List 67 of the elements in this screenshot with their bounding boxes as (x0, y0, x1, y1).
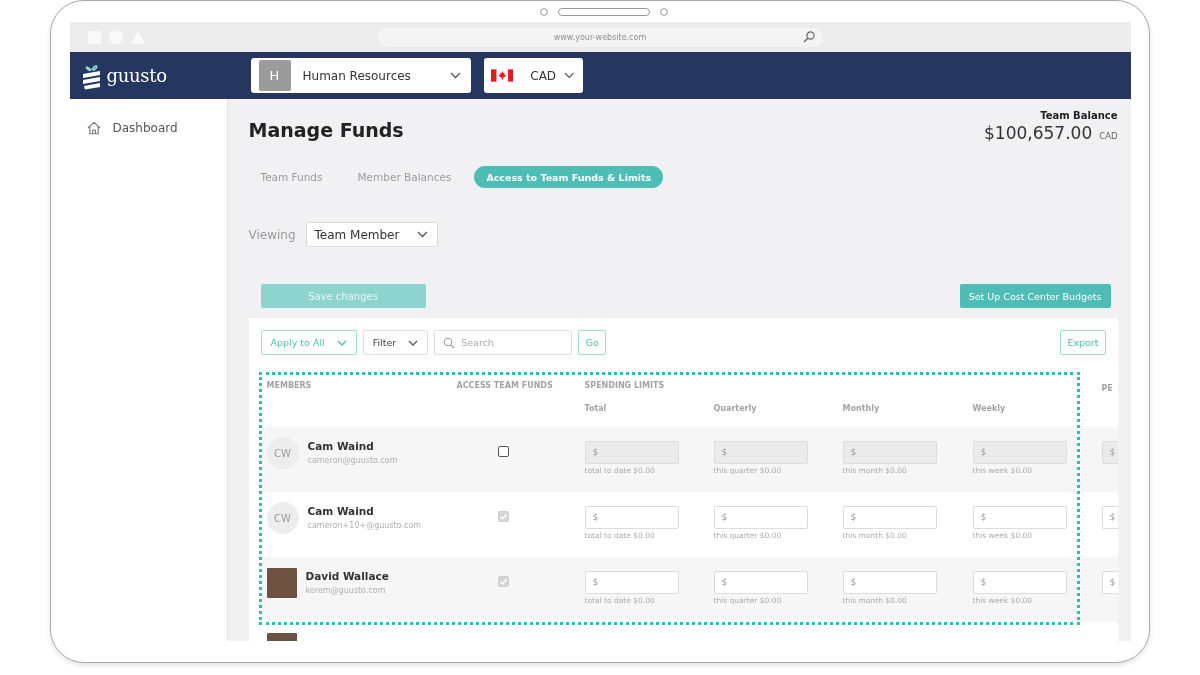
organization-selector[interactable]: H Human Resources (250, 58, 471, 93)
amount-field[interactable]: $ (713, 571, 808, 594)
filter-dropdown[interactable]: Filter (362, 330, 429, 355)
period-header: Quarterly (713, 404, 758, 414)
member-email: cameron@guusto.com (307, 455, 398, 466)
pill-icon (558, 7, 650, 16)
amount-field[interactable]: $ (1101, 571, 1118, 594)
viewing-label: Viewing (248, 227, 296, 242)
amount-field[interactable]: $ (842, 506, 937, 529)
go-button[interactable]: Go (578, 330, 607, 355)
column-header: ACCESS TEAM FUNDS (456, 380, 554, 391)
column-header: PE (1101, 384, 1113, 393)
export-button[interactable]: Export (1060, 330, 1106, 355)
amount-field[interactable]: $ (842, 571, 937, 594)
chevron-down-icon (336, 339, 347, 346)
column-header: MEMBERS (266, 380, 313, 391)
tab[interactable]: Team Funds (248, 166, 335, 188)
search-icon (443, 336, 456, 349)
amount-field[interactable]: $ (1101, 441, 1118, 464)
home-icon (86, 121, 101, 135)
member-name: Cam Waind (307, 505, 375, 518)
page-title: Manage Funds (248, 118, 404, 142)
chevron-down-icon (416, 231, 428, 238)
amount-field[interactable]: $ (713, 441, 808, 464)
chevron-down-icon (449, 72, 461, 79)
member-name: David Wallace (305, 570, 389, 583)
organization-avatar: H (258, 60, 291, 91)
currency-selector[interactable]: CAD (483, 58, 583, 93)
cost-center-budgets-button[interactable]: Set Up Cost Center Budgets (959, 284, 1111, 308)
member-name: Cam Waind (307, 440, 375, 453)
viewing-dropdown[interactable]: Team Member (305, 222, 438, 247)
sidebar-item[interactable]: Dashboard (86, 121, 178, 135)
member-email: cameron+10+@guusto.com (307, 520, 422, 531)
search-icon (802, 31, 815, 43)
period-header: Monthly (842, 404, 881, 414)
balance-amount: $100,657.00 (984, 122, 1093, 144)
amount-field[interactable]: $ (972, 571, 1067, 594)
amount-field[interactable]: $ (713, 506, 808, 529)
photo-placeholder (266, 568, 297, 598)
chevron-down-icon (564, 72, 575, 79)
checkbox[interactable] (497, 446, 509, 457)
member-email: kerem@guusto.com (305, 585, 387, 596)
column-header: SPENDING LIMITS (584, 380, 666, 391)
ring-icon (540, 7, 548, 16)
amount-field[interactable]: $ (1101, 506, 1118, 529)
search-field[interactable]: Search (434, 330, 573, 355)
flag-icon (490, 69, 514, 82)
amount-field[interactable]: $ (584, 441, 679, 464)
amount-field[interactable]: $ (972, 441, 1067, 464)
amount-field[interactable]: $ (584, 571, 679, 594)
balance-label: Team Balance (1039, 110, 1118, 122)
tab[interactable]: Member Balances (345, 166, 464, 188)
amount-field[interactable]: $ (584, 506, 679, 529)
period-header: Total (584, 404, 608, 414)
chevron-down-icon (408, 339, 419, 346)
period-header: Weekly (972, 404, 1007, 414)
amount-field[interactable]: $ (972, 506, 1067, 529)
tab[interactable]: Access to Team Funds & Limits (474, 166, 664, 188)
ring-icon (660, 7, 668, 16)
balance-currency: CAD (1099, 130, 1118, 143)
initials-avatar: CW (266, 502, 299, 534)
url-text: www.your-website.com (553, 32, 647, 42)
initials-avatar: CW (266, 437, 299, 469)
url-bar[interactable]: www.your-website.com (377, 27, 823, 47)
logo-text: guusto (106, 65, 167, 86)
apply-to-all-dropdown[interactable]: Apply to All (260, 330, 357, 355)
amount-field[interactable]: $ (842, 441, 937, 464)
